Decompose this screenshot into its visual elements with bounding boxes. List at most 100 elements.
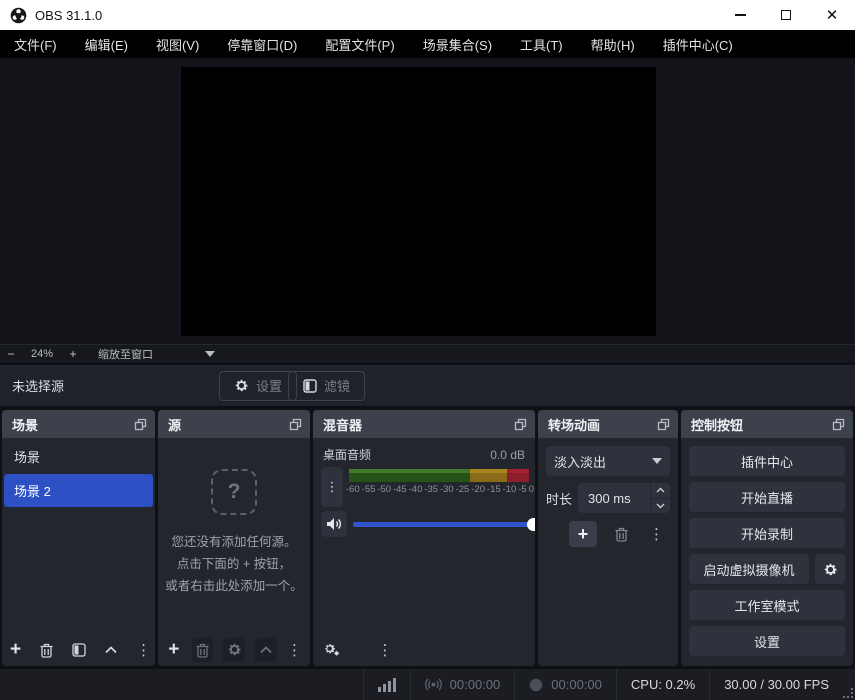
meter-red-segment	[507, 469, 529, 482]
mixer-toolbar: ⋮	[313, 633, 535, 666]
source-properties-toolbar-button[interactable]	[223, 638, 245, 662]
zoom-in-button[interactable]: +	[62, 347, 84, 361]
menu-help[interactable]: 帮助(H)	[577, 30, 649, 58]
duration-increment-button[interactable]	[651, 483, 670, 499]
fit-to-window-label[interactable]: 缩放至窗口	[98, 346, 153, 362]
sources-empty-line3: 或者右击此处添加一个。	[165, 575, 303, 597]
start-virtual-camera-button[interactable]: 启动虚拟摄像机	[689, 554, 809, 584]
scene-list: 场景 场景 2	[2, 438, 155, 633]
minimize-button[interactable]	[717, 0, 763, 30]
obs-window: OBS 31.1.0 ✕ 文件(F) 编辑(E) 视图(V) 停靠窗口(D) 配…	[0, 0, 855, 700]
add-scene-button[interactable]: +	[10, 639, 21, 661]
zoom-dropdown-caret-icon[interactable]	[205, 351, 215, 357]
gear-icon	[227, 642, 242, 657]
transitions-body: 淡入淡出 时长 300 ms	[538, 438, 678, 666]
chevron-up-icon	[656, 487, 665, 493]
scenes-toolbar: + ⋮	[2, 633, 155, 666]
sources-empty-line1: 您还没有添加任何源。	[171, 531, 296, 553]
mixer-menu-button[interactable]: ⋮	[375, 639, 395, 661]
menu-bar: 文件(F) 编辑(E) 视图(V) 停靠窗口(D) 配置文件(P) 场景集合(S…	[0, 30, 855, 58]
popout-icon[interactable]	[134, 418, 147, 431]
source-filters-button[interactable]: 滤镜	[288, 371, 365, 401]
gear-icon	[234, 378, 249, 393]
remove-transition-button[interactable]	[611, 523, 631, 545]
menu-docks[interactable]: 停靠窗口(D)	[213, 30, 311, 58]
add-source-button[interactable]: +	[166, 639, 182, 661]
trash-icon	[614, 526, 629, 542]
trash-icon	[195, 642, 210, 658]
mixer-dock-header[interactable]: 混音器	[313, 410, 535, 438]
controls-dock-header[interactable]: 控制按钮	[681, 410, 853, 438]
virtual-camera-settings-button[interactable]	[815, 554, 845, 584]
plugin-center-button[interactable]: 插件中心	[689, 446, 845, 476]
zoom-out-button[interactable]: −	[0, 347, 22, 361]
scene-item[interactable]: 场景	[4, 440, 153, 473]
advanced-audio-button[interactable]	[321, 639, 341, 661]
menu-file[interactable]: 文件(F)	[0, 30, 71, 58]
menu-profile[interactable]: 配置文件(P)	[311, 30, 408, 58]
resize-grip[interactable]	[843, 688, 853, 698]
gear-icon	[823, 562, 838, 577]
record-time: 00:00:00	[551, 677, 602, 692]
popout-icon[interactable]	[514, 418, 527, 431]
studio-mode-button[interactable]: 工作室模式	[689, 590, 845, 620]
scenes-dock-header[interactable]: 场景	[2, 410, 155, 438]
add-transition-button[interactable]: +	[569, 521, 597, 547]
settings-button[interactable]: 设置	[689, 626, 845, 656]
transitions-dock-header[interactable]: 转场动画	[538, 410, 678, 438]
chevron-up-icon	[259, 645, 273, 654]
controls-title: 控制按钮	[691, 415, 832, 434]
audio-source-menu-button[interactable]: ⋮	[321, 467, 343, 507]
transition-select[interactable]: 淡入淡出	[546, 446, 670, 476]
source-properties-button[interactable]: 设置	[219, 371, 297, 401]
maximize-button[interactable]	[763, 0, 809, 30]
transitions-title: 转场动画	[548, 415, 657, 434]
menu-tools[interactable]: 工具(T)	[506, 30, 577, 58]
sources-toolbar: + ⋮	[158, 633, 310, 666]
popout-icon[interactable]	[289, 418, 302, 431]
scene-move-up-button[interactable]	[104, 639, 118, 661]
scenes-menu-button[interactable]: ⋮	[136, 641, 151, 659]
sources-empty-line2: 点击下面的 + 按钮，	[177, 553, 291, 575]
selected-source-bar: 未选择源 设置 滤镜	[0, 365, 855, 408]
scenes-dock: 场景 场景 场景 2 +	[2, 410, 155, 666]
source-move-up-button[interactable]	[255, 638, 277, 662]
menu-view[interactable]: 视图(V)	[142, 30, 213, 58]
mute-button[interactable]	[321, 511, 347, 537]
sources-dock-header[interactable]: 源	[158, 410, 310, 438]
controls-body: 插件中心 开始直播 开始录制 启动虚拟摄像机 工作室模式 设置	[681, 438, 853, 666]
volume-db-value: 0.0 dB	[490, 448, 525, 462]
transition-menu-button[interactable]: ⋮	[645, 525, 668, 543]
popout-icon[interactable]	[657, 418, 670, 431]
chevron-down-icon	[656, 503, 665, 509]
close-button[interactable]: ✕	[809, 0, 855, 30]
menu-edit[interactable]: 编辑(E)	[71, 30, 142, 58]
start-recording-button[interactable]: 开始录制	[689, 518, 845, 548]
menu-scene-collection[interactable]: 场景集合(S)	[409, 30, 506, 58]
volume-slider-handle[interactable]	[527, 518, 535, 531]
status-bar: 00:00:00 00:00:00 CPU: 0.2% 30.00 / 30.0…	[0, 668, 855, 700]
controls-dock: 控制按钮 插件中心 开始直播 开始录制 启动虚拟摄像机	[681, 410, 853, 666]
fps-indicator: 30.00 / 30.00 FPS	[710, 669, 855, 700]
sources-empty-area[interactable]: ? 您还没有添加任何源。 点击下面的 + 按钮， 或者右击此处添加一个。	[158, 438, 310, 633]
popout-icon[interactable]	[832, 418, 845, 431]
sources-dock: 源 ? 您还没有添加任何源。 点击下面的 + 按钮， 或者右击此处添加一个。 +	[158, 410, 310, 666]
stream-timer: 00:00:00	[411, 669, 515, 700]
filter-icon	[72, 643, 86, 657]
duration-decrement-button[interactable]	[651, 499, 670, 514]
remove-scene-button[interactable]	[39, 639, 54, 661]
program-preview[interactable]	[181, 67, 656, 336]
cpu-usage: CPU: 0.2%	[617, 669, 709, 700]
duration-spinbox[interactable]: 300 ms	[578, 483, 670, 513]
remove-source-button[interactable]	[192, 638, 214, 662]
trash-icon	[39, 642, 54, 658]
preview-canvas-area[interactable]	[0, 58, 855, 344]
no-source-selected-label: 未选择源	[12, 376, 64, 395]
volume-slider[interactable]	[353, 522, 535, 527]
sources-menu-button[interactable]: ⋮	[287, 641, 302, 659]
start-streaming-button[interactable]: 开始直播	[689, 482, 845, 512]
chevron-up-icon	[104, 645, 118, 654]
scene-item-selected[interactable]: 场景 2	[4, 474, 153, 507]
menu-plugin-center[interactable]: 插件中心(C)	[649, 30, 747, 58]
scene-filters-button[interactable]	[72, 639, 86, 661]
